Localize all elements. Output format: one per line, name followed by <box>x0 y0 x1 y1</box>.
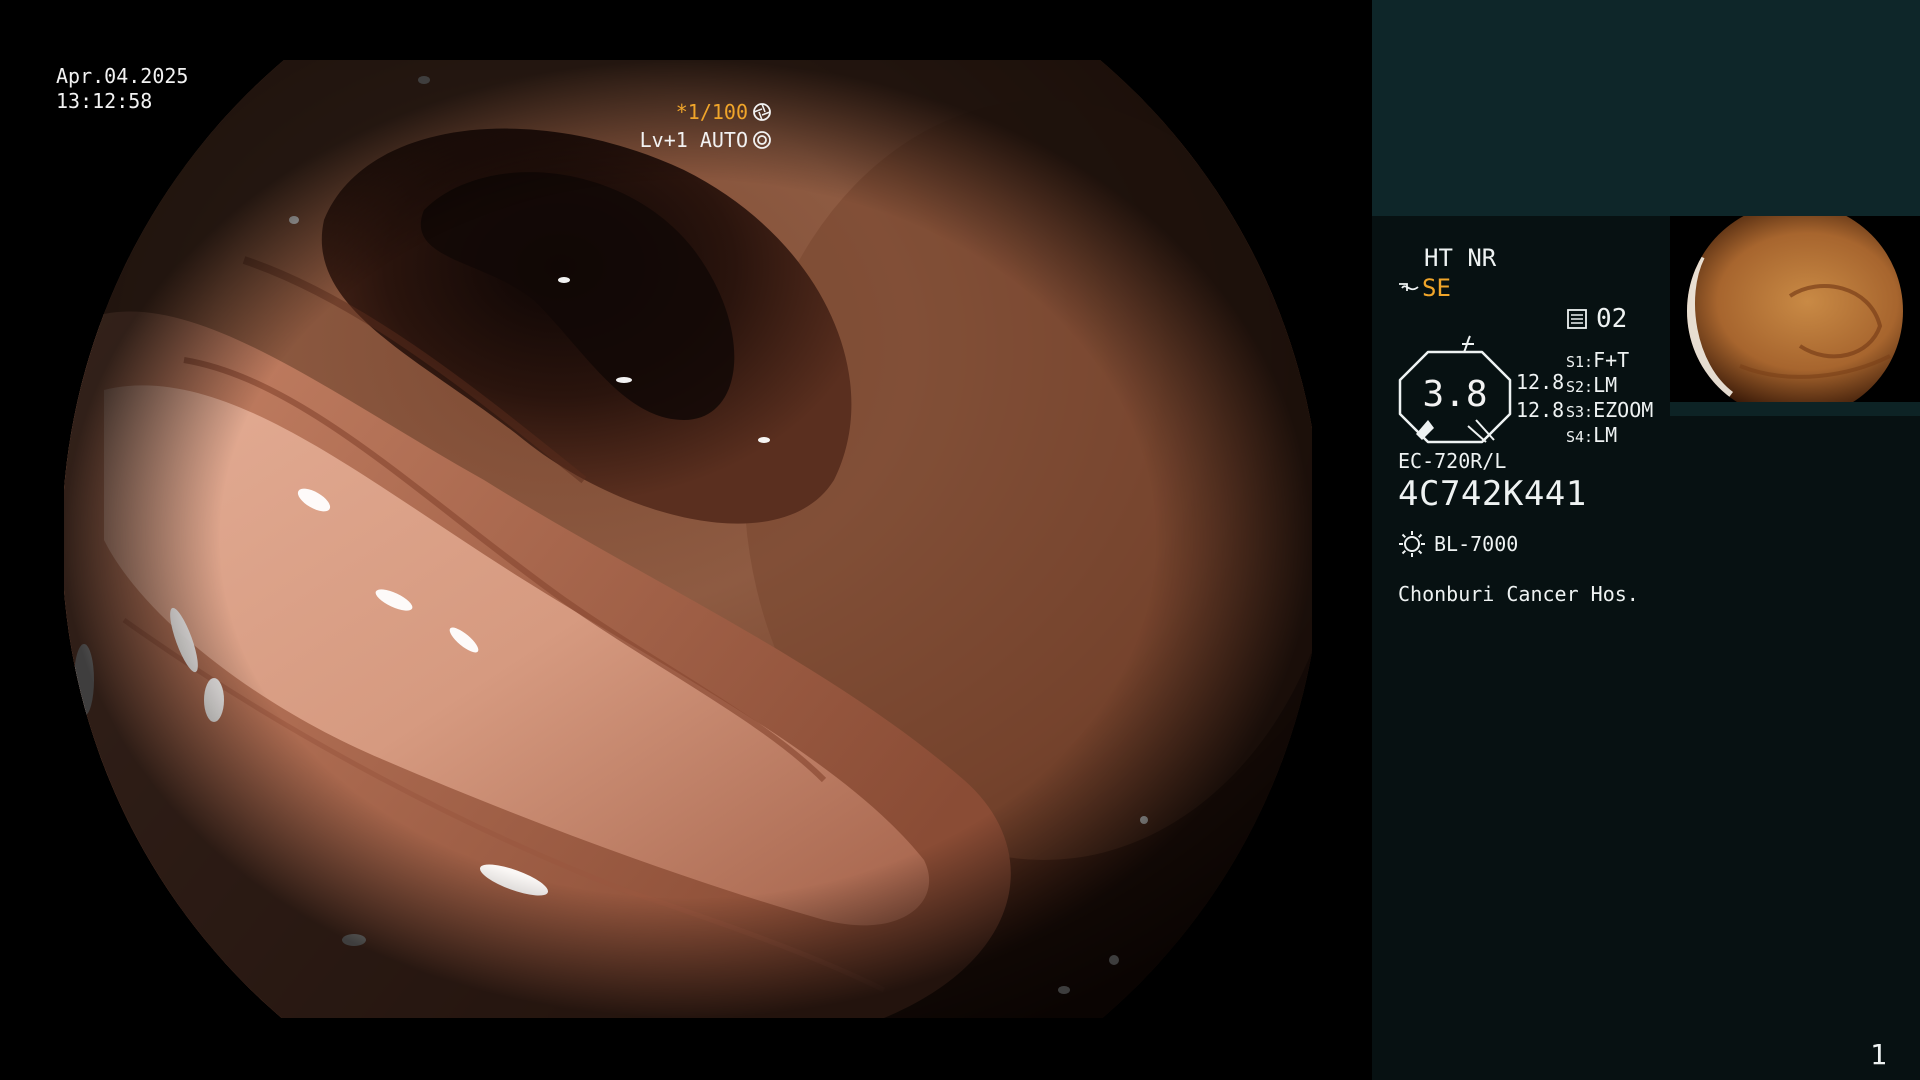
zoom-gauge-value: 3.8 <box>1422 374 1488 415</box>
gauge-bottom-value: 12.8 <box>1516 398 1565 422</box>
switch-key: S2: <box>1566 378 1594 396</box>
aperture-icon <box>753 103 771 121</box>
switch-s3: S3:EZOOM <box>1566 398 1653 422</box>
memory-card-icon <box>1567 309 1587 329</box>
light-source-row: BL-7000 <box>1398 530 1518 558</box>
brightness-level-value: Lv+1 AUTO <box>639 128 748 152</box>
switch-value: F+T <box>1593 348 1630 372</box>
thumbnail-caption-bar <box>1670 402 1920 416</box>
colon-lumen-image <box>64 60 1312 1018</box>
gauge-top-value: 12.8 <box>1516 370 1565 394</box>
gauge-left-marker <box>1416 420 1434 440</box>
info-panel: HT NR SE 02 3.8 12.8 12.8 S1:F+T S2:LM S… <box>1372 0 1920 1080</box>
switch-value: LM <box>1593 423 1618 447</box>
endoscope-view-area: Apr.04.2025 13:12:58 *1/100 Lv+1 AUTO <box>0 0 1372 1080</box>
capture-time: 13:12:58 <box>56 89 153 113</box>
thumbnail-preview[interactable] <box>1670 216 1920 416</box>
switch-s2: S2:LM <box>1566 373 1617 397</box>
switch-s4: S4:LM <box>1566 423 1617 447</box>
structure-enhance-icon <box>1399 283 1419 291</box>
memory-row: 02 <box>1566 304 1627 334</box>
light-source-label: BL-7000 <box>1434 532 1519 556</box>
endoscope-image <box>64 60 1312 1018</box>
scope-serial: 4C742K441 <box>1398 474 1587 514</box>
hospital-name: Chonburi Cancer Hos. <box>1398 582 1639 606</box>
structure-enhance-row: SE <box>1398 274 1451 302</box>
switch-key: S4: <box>1566 428 1594 446</box>
info-panel-header <box>1372 0 1920 216</box>
switch-value: LM <box>1593 373 1618 397</box>
scope-model: EC-720R/L <box>1398 449 1507 473</box>
thumbnail-image <box>1670 216 1920 406</box>
processing-modes: HT NR <box>1424 244 1497 272</box>
memory-value: 02 <box>1596 304 1628 334</box>
shutter-speed: *1/100 <box>676 100 772 124</box>
shutter-speed-value: *1/100 <box>675 100 748 124</box>
iris-icon <box>753 131 771 149</box>
structure-enhance-label: SE <box>1422 274 1451 302</box>
brightness-level: Lv+1 AUTO <box>640 128 772 152</box>
lamp-icon <box>1399 531 1425 557</box>
capture-date: Apr.04.2025 <box>56 64 189 88</box>
switch-key: S3: <box>1566 403 1594 421</box>
switch-s1: S1:F+T <box>1566 348 1629 372</box>
switch-key: S1: <box>1566 353 1594 371</box>
image-number: 1 <box>1870 1038 1887 1071</box>
switch-value: EZOOM <box>1593 398 1654 422</box>
